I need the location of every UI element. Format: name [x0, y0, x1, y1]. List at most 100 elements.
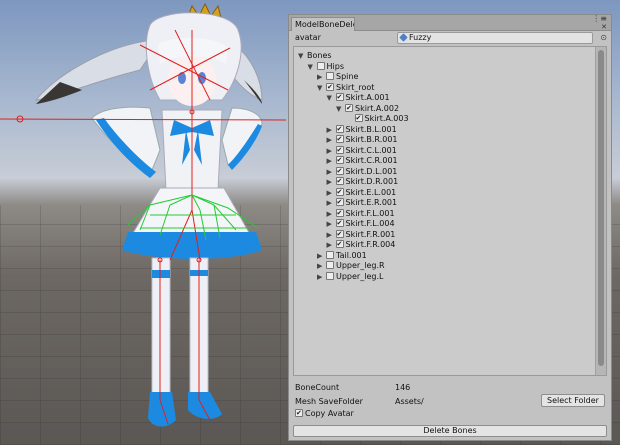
select-folder-button[interactable]: Select Folder	[541, 394, 605, 407]
bone-checkbox[interactable]	[335, 218, 344, 228]
tab-model-bone-delete[interactable]: ModelBoneDele	[291, 17, 355, 31]
tree-row[interactable]: ▶ Skirt.F.L.004	[327, 218, 395, 229]
foldout-collapsed-icon[interactable]: ▶	[327, 188, 336, 198]
foldout-expanded-icon[interactable]: ▼	[327, 93, 336, 103]
foldout-collapsed-icon[interactable]: ▶	[327, 219, 336, 229]
copy-avatar-checkbox[interactable]	[295, 408, 303, 419]
model-bone-delete-window: ModelBoneDele ⋮≡ ✕ avatar Fuzzy ⊙ ▼ Bones…	[288, 14, 612, 441]
object-picker-icon[interactable]: ⊙	[600, 33, 607, 42]
foldout-collapsed-icon[interactable]: ▶	[327, 177, 336, 187]
tree-row[interactable]: ▼ Bones	[298, 51, 332, 61]
tree-row[interactable]: ▶ Skirt.F.L.001	[327, 208, 395, 219]
tree-row[interactable]: ▶ Skirt.E.R.001	[327, 197, 398, 208]
bone-checkbox[interactable]	[335, 124, 344, 134]
tree-row[interactable]: ▶ Skirt.E.L.001	[327, 187, 397, 198]
bone-checkbox[interactable]	[335, 239, 344, 249]
bone-label: Skirt.B.L.001	[345, 124, 397, 134]
bone-label: Skirt.D.R.001	[345, 177, 399, 186]
avatar-label: avatar	[295, 33, 321, 42]
bone-checkbox[interactable]	[335, 197, 344, 207]
bone-checkbox[interactable]	[326, 271, 334, 280]
scrollbar-thumb[interactable]	[598, 50, 604, 366]
bone-label: Upper_leg.L	[336, 271, 384, 281]
bone-checkbox[interactable]	[326, 82, 334, 92]
bone-label: Skirt.D.L.001	[345, 166, 398, 176]
foldout-collapsed-icon[interactable]: ▶	[317, 261, 326, 271]
bone-checkbox[interactable]	[345, 103, 353, 113]
tree-row[interactable]: ▶ Spine	[317, 72, 358, 82]
tree-row[interactable]: ▶ Skirt.C.R.001	[327, 155, 398, 166]
bone-label: Skirt.F.R.001	[345, 229, 396, 239]
foldout-collapsed-icon[interactable]: ▶	[327, 146, 336, 156]
bone-label: Spine	[336, 72, 359, 81]
avatar-value: Fuzzy	[409, 33, 432, 42]
tree-row[interactable]: ▶ Skirt.D.R.001	[327, 176, 399, 187]
tree-row[interactable]: ▼ Skirt.A.002	[336, 103, 400, 114]
prefab-icon	[399, 33, 408, 42]
tree-row[interactable]: ▶ Tail.001	[317, 250, 367, 261]
copy-avatar-label: Copy Avatar	[305, 409, 354, 418]
foldout-collapsed-icon[interactable]: ▶	[327, 167, 336, 177]
tree-row[interactable]: ▼ Skirt_root	[317, 82, 374, 93]
foldout-collapsed-icon[interactable]: ▶	[317, 272, 326, 282]
tree-row[interactable]: ▶ Skirt.F.R.004	[327, 239, 396, 250]
mesh-savefolder-value: Assets/	[395, 397, 424, 406]
tree-row[interactable]: ▼ Skirt.A.001	[327, 92, 390, 103]
bone-label: Skirt.B.R.001	[345, 135, 398, 144]
bone-checkbox[interactable]	[326, 261, 334, 269]
foldout-collapsed-icon[interactable]: ▶	[327, 240, 336, 250]
bone-tree-panel: ▼Bones▼Hips▶Spine▼Skirt_root▼Skirt.A.001…	[293, 46, 607, 376]
tree-row[interactable]: ▶ Upper_leg.R	[317, 261, 385, 271]
foldout-expanded-icon[interactable]: ▼	[298, 51, 307, 61]
foldout-collapsed-icon[interactable]: ▶	[317, 72, 326, 82]
tree-row[interactable]: ▶ Skirt.B.R.001	[327, 134, 398, 145]
bone-checkbox[interactable]	[335, 166, 344, 176]
delete-bones-button[interactable]: Delete Bones	[293, 425, 607, 437]
tab-bar: ModelBoneDele ⋮≡ ✕	[289, 15, 611, 31]
foldout-collapsed-icon[interactable]: ▶	[327, 125, 336, 135]
tree-row[interactable]: ▶ Upper_leg.L	[317, 271, 384, 282]
foldout-collapsed-icon[interactable]: ▶	[327, 230, 336, 240]
tree-row[interactable]: ▶ Skirt.F.R.001	[327, 229, 396, 240]
bone-label: Skirt.A.003	[364, 114, 409, 123]
bone-checkbox[interactable]	[335, 229, 344, 239]
bone-label: Skirt.F.R.004	[345, 240, 396, 249]
bone-label: Skirt.F.L.004	[345, 219, 395, 228]
tree-row[interactable]: Skirt.A.003	[346, 113, 409, 124]
copy-avatar-toggle[interactable]: Copy Avatar	[295, 408, 354, 419]
tree-row[interactable]: ▶ Skirt.B.L.001	[327, 124, 397, 135]
bone-checkbox[interactable]	[335, 208, 344, 218]
avatar-object-field[interactable]: Fuzzy	[397, 32, 593, 44]
bone-label: Tail.001	[336, 250, 367, 260]
foldout-collapsed-icon[interactable]: ▶	[327, 209, 336, 219]
bone-label: Skirt.A.001	[345, 93, 390, 102]
bone-checkbox[interactable]	[335, 187, 344, 197]
bone-checkbox[interactable]	[335, 176, 344, 186]
tree-scrollbar[interactable]	[595, 47, 606, 375]
bone-checkbox[interactable]	[326, 250, 334, 259]
bone-checkbox[interactable]	[335, 145, 344, 155]
foldout-collapsed-icon[interactable]: ▶	[317, 251, 326, 261]
mesh-savefolder-label: Mesh SaveFolder	[295, 397, 363, 406]
foldout-expanded-icon[interactable]: ▼	[317, 83, 326, 93]
window-close-icon[interactable]: ✕	[601, 23, 607, 31]
foldout-expanded-icon[interactable]: ▼	[308, 62, 317, 72]
bone-checkbox[interactable]	[316, 61, 325, 70]
bone-checkbox[interactable]	[335, 134, 344, 144]
foldout-expanded-icon[interactable]: ▼	[336, 104, 345, 114]
tree-row[interactable]: ▶ Skirt.C.L.001	[327, 145, 397, 156]
bone-checkbox[interactable]	[335, 155, 344, 165]
bone-checkbox[interactable]	[326, 72, 334, 80]
foldout-collapsed-icon[interactable]: ▶	[327, 156, 336, 166]
bone-label: Skirt.A.002	[355, 103, 400, 113]
window-menu-icon[interactable]: ⋮≡	[592, 15, 607, 23]
bone-tree: ▼Bones▼Hips▶Spine▼Skirt_root▼Skirt.A.001…	[294, 47, 596, 375]
bone-checkbox[interactable]	[354, 113, 363, 123]
bone-label: Bones	[307, 51, 332, 60]
bone-checkbox[interactable]	[335, 92, 344, 102]
tree-row[interactable]: ▼ Hips	[308, 61, 344, 72]
tree-row[interactable]: ▶ Skirt.D.L.001	[327, 166, 398, 177]
foldout-collapsed-icon[interactable]: ▶	[327, 198, 336, 208]
foldout-collapsed-icon[interactable]: ▶	[327, 135, 336, 145]
bone-label: Skirt.F.L.001	[345, 208, 395, 218]
